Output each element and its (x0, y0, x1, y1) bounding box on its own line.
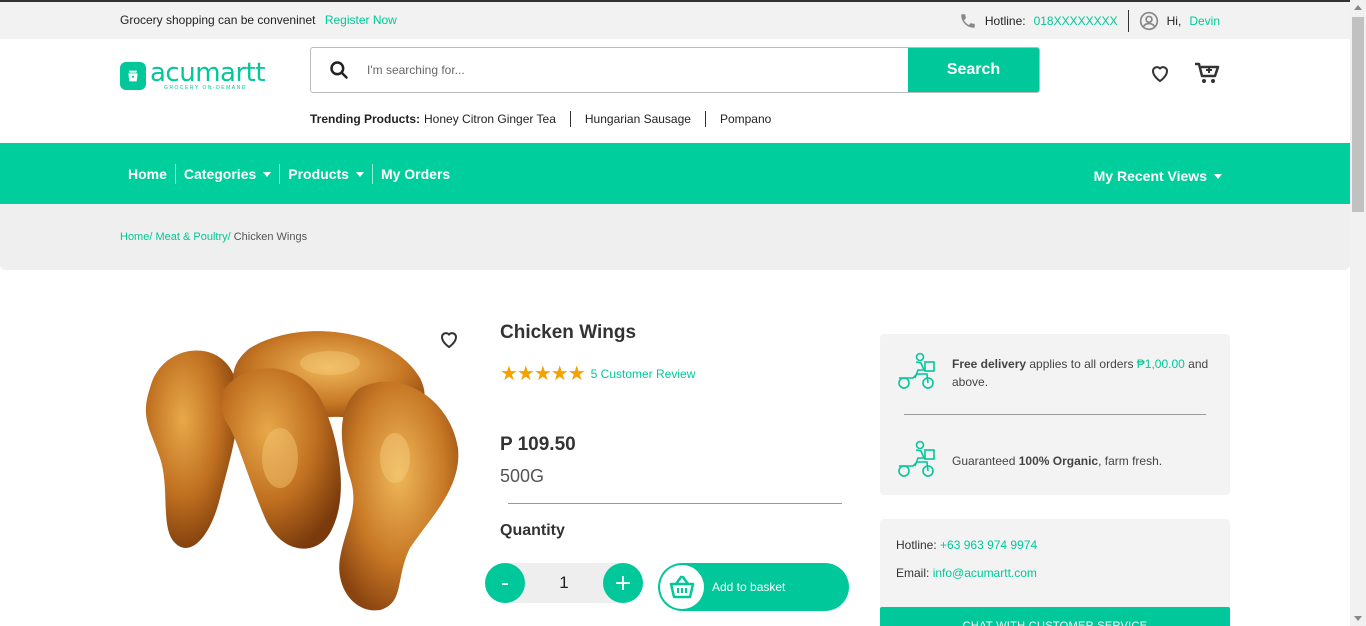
organic-bold: 100% Organic (1018, 453, 1099, 468)
free-delivery-title: Free delivery (952, 356, 1027, 371)
scroll-down-icon[interactable] (1354, 616, 1362, 621)
product-wishlist-heart-icon[interactable] (437, 327, 461, 356)
organic-pre: Guaranteed (952, 453, 1019, 468)
nav-categories[interactable]: Categories (174, 164, 279, 184)
delivery-info-card: Free delivery applies to all orders ₱1,0… (880, 334, 1230, 495)
contact-email-label: Email: (896, 566, 933, 580)
trending-item[interactable]: Pompano (704, 111, 785, 127)
nav-recent-views[interactable]: My Recent Views (1094, 168, 1222, 184)
free-delivery-amount: ₱1,00.00 (1136, 356, 1185, 371)
top-bar-right: Hotline: 018XXXXXXXX Hi, Devin (959, 10, 1220, 32)
nav-products[interactable]: Products (279, 164, 372, 184)
breadcrumb-category[interactable]: Meat & Poultry/ (155, 231, 230, 243)
user-icon (1139, 11, 1159, 31)
quantity-decrease-button[interactable]: - (485, 563, 525, 603)
header-icons (1148, 61, 1220, 90)
chevron-down-icon (263, 171, 272, 177)
nav-my-orders-label: My Orders (380, 166, 451, 182)
customer-review-link[interactable]: 5 Customer Review (591, 367, 696, 381)
main-nav: Home Categories Products My Orders My Re… (0, 143, 1350, 204)
hotline-label: Hotline: (984, 14, 1026, 28)
register-link[interactable]: Register Now (325, 13, 397, 27)
trending-item[interactable]: Honey Citron Ginger Tea (424, 111, 570, 127)
page-scrollbar[interactable] (1350, 0, 1366, 626)
search-icon[interactable] (311, 60, 367, 80)
chat-customer-service-button[interactable]: CHAT WITH CUSTOMER SERVICE (880, 607, 1230, 626)
chevron-down-icon (1214, 173, 1222, 179)
username-link[interactable]: Devin (1189, 14, 1220, 28)
delivery-scooter-icon (896, 440, 936, 481)
rating-stars: ★★★★★ (500, 363, 586, 385)
hotline-number[interactable]: 018XXXXXXXX (1034, 14, 1118, 28)
scroll-up-icon[interactable] (1354, 5, 1362, 10)
trending-products: Trending Products: Honey Citron Ginger T… (310, 111, 785, 127)
nav-my-orders[interactable]: My Orders (371, 164, 458, 184)
nav-products-label: Products (288, 166, 349, 182)
logo-bag-icon (120, 62, 146, 90)
top-bar: Grocery shopping can be conveninet Regis… (0, 0, 1350, 39)
scrollbar-thumb[interactable] (1352, 17, 1364, 212)
add-to-basket-label: Add to basket (712, 580, 786, 594)
cart-icon[interactable] (1194, 61, 1220, 90)
top-bar-left: Grocery shopping can be conveninet Regis… (120, 13, 397, 27)
tagline: Grocery shopping can be conveninet (120, 13, 316, 27)
product-weight: 500G (500, 466, 545, 486)
breadcrumb: Home/ Meat & Poultry/ Chicken Wings (0, 204, 1350, 270)
contact-email: Email: info@acumartt.com (896, 566, 1037, 580)
contact-email-value[interactable]: info@acumartt.com (933, 566, 1037, 580)
free-delivery-row: Free delivery applies to all orders ₱1,0… (896, 352, 1210, 393)
breadcrumb-home[interactable]: Home/ (120, 231, 152, 243)
free-delivery-text: applies to all orders (1026, 356, 1137, 371)
nav-home[interactable]: Home (120, 164, 175, 184)
organic-row: Guaranteed 100% Organic, farm fresh. (896, 440, 1210, 481)
product-title: Chicken Wings (500, 322, 637, 343)
chevron-down-icon (355, 171, 364, 177)
trending-label: Trending Products: (310, 112, 421, 126)
phone-icon (959, 12, 977, 30)
search-input[interactable] (367, 48, 908, 92)
delivery-scooter-icon (896, 352, 936, 393)
search-button[interactable]: Search (908, 48, 1039, 92)
search-bar: Search (310, 47, 1040, 93)
contact-hotline-label: Hotline: (896, 538, 941, 552)
nav-home-label: Home (128, 166, 167, 182)
logo[interactable]: acumartt GROCERY ON-DEMAND (120, 58, 266, 91)
product-price: P 109.50 (500, 434, 576, 455)
recent-views-label: My Recent Views (1093, 168, 1207, 184)
quantity-label: Quantity (500, 522, 565, 539)
trending-item[interactable]: Hungarian Sausage (569, 111, 705, 127)
user-greeting: Hi, Devin (1129, 11, 1220, 31)
contact-hotline-value[interactable]: +63 963 974 9974 (940, 538, 1037, 552)
wishlist-heart-icon[interactable] (1148, 61, 1172, 90)
product-image (130, 318, 460, 616)
basket-icon (660, 565, 704, 609)
nav-categories-label: Categories (183, 166, 257, 182)
logo-name: acumartt (150, 58, 266, 88)
breadcrumb-current: Chicken Wings (230, 231, 308, 243)
divider (508, 503, 842, 504)
quantity-value[interactable]: 1 (525, 573, 603, 593)
product-rating: ★★★★★ 5 Customer Review (500, 361, 695, 386)
organic-tail: , farm fresh. (1098, 453, 1163, 468)
greeting: Hi, (1166, 14, 1182, 28)
header: acumartt GROCERY ON-DEMAND Search Trendi… (0, 39, 1350, 143)
hotline: Hotline: 018XXXXXXXX (959, 10, 1129, 32)
add-to-basket-button[interactable]: Add to basket (658, 563, 849, 611)
quantity-increase-button[interactable]: + (603, 563, 643, 603)
divider (904, 414, 1206, 415)
contact-hotline: Hotline: +63 963 974 9974 (896, 538, 1037, 552)
